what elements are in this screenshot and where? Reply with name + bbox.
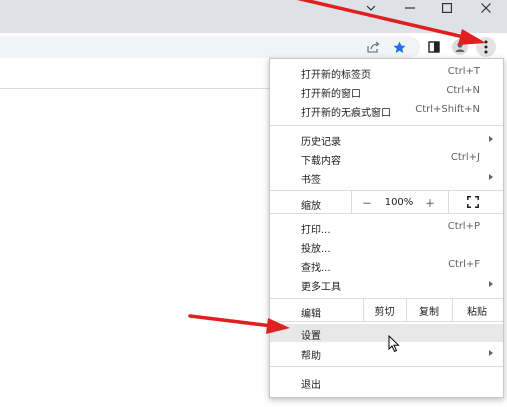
menu-item-label: 更多工具 <box>301 282 341 293</box>
bookmarks-bar-divider <box>0 88 270 89</box>
menu-item-history[interactable]: 历史记录 <box>270 130 503 148</box>
menu-item-label: 打开新的窗口 <box>301 89 361 100</box>
chevron-down-icon[interactable] <box>363 0 379 15</box>
menu-separator <box>270 213 503 214</box>
menu-item-label: 退出 <box>301 380 321 391</box>
cut-button[interactable]: 剪切 <box>364 299 405 321</box>
chrome-main-menu: 打开新的标签页 Ctrl+T 打开新的窗口 Ctrl+N 打开新的无痕式窗口 C… <box>269 58 504 398</box>
menu-item-label: 下载内容 <box>301 156 341 167</box>
submenu-arrow-icon <box>489 350 493 356</box>
submenu-arrow-icon <box>489 136 493 142</box>
side-panel-icon[interactable] <box>424 37 444 57</box>
zoom-in-button[interactable]: ＋ <box>419 191 441 213</box>
menu-cell-divider <box>448 191 449 213</box>
menu-item-label: 查找... <box>301 263 331 274</box>
menu-item-label: 打印... <box>301 225 331 236</box>
copy-button[interactable]: 复制 <box>407 299 451 321</box>
menu-item-shortcut: Ctrl+F <box>448 259 480 270</box>
submenu-arrow-icon <box>489 281 493 287</box>
mouse-pointer-icon <box>388 334 400 356</box>
menu-item-new-tab[interactable]: 打开新的标签页 Ctrl+T <box>270 63 503 81</box>
minimize-icon[interactable] <box>402 0 418 15</box>
menu-item-downloads[interactable]: 下载内容 Ctrl+J <box>270 149 503 167</box>
more-options-icon[interactable] <box>476 37 496 57</box>
menu-item-find[interactable]: 查找... Ctrl+F <box>270 256 503 274</box>
menu-item-shortcut: Ctrl+N <box>446 85 480 96</box>
edit-label: 编辑 <box>301 309 321 320</box>
menu-item-shortcut: Ctrl+Shift+N <box>415 104 480 115</box>
menu-item-label: 历史记录 <box>301 137 341 148</box>
browser-toolbar <box>0 33 507 60</box>
title-bar <box>0 0 507 33</box>
bookmark-star-icon[interactable] <box>389 37 409 57</box>
menu-separator <box>270 366 503 367</box>
menu-cell-divider <box>351 191 352 213</box>
menu-item-help[interactable]: 帮助 <box>270 344 503 362</box>
menu-item-settings[interactable]: 设置 <box>270 324 503 342</box>
zoom-label: 缩放 <box>301 201 321 212</box>
maximize-icon[interactable] <box>439 0 455 15</box>
menu-item-shortcut: Ctrl+T <box>447 66 480 77</box>
menu-item-cast[interactable]: 投放... <box>270 237 503 255</box>
menu-item-label: 投放... <box>301 244 331 255</box>
fullscreen-icon[interactable] <box>458 191 488 213</box>
menu-row-zoom: 缩放 － 100% ＋ <box>270 191 503 213</box>
menu-item-exit[interactable]: 退出 <box>270 373 503 391</box>
menu-item-print[interactable]: 打印... Ctrl+P <box>270 218 503 236</box>
submenu-arrow-icon <box>489 174 493 180</box>
zoom-level-value: 100% <box>384 196 414 208</box>
paste-button[interactable]: 粘贴 <box>453 299 501 321</box>
menu-item-bookmarks[interactable]: 书签 <box>270 168 503 186</box>
menu-item-new-window[interactable]: 打开新的窗口 Ctrl+N <box>270 82 503 100</box>
close-icon[interactable] <box>478 0 494 15</box>
profile-avatar-icon[interactable] <box>450 37 470 57</box>
menu-item-label: 打开新的无痕式窗口 <box>301 108 391 119</box>
menu-item-more-tools[interactable]: 更多工具 <box>270 275 503 293</box>
menu-separator <box>270 125 503 126</box>
address-bar[interactable] <box>0 36 420 58</box>
menu-item-label: 帮助 <box>301 351 321 362</box>
menu-item-label: 打开新的标签页 <box>301 70 371 81</box>
menu-item-label: 书签 <box>301 175 321 186</box>
menu-item-label: 设置 <box>301 331 321 342</box>
menu-item-shortcut: Ctrl+J <box>450 152 480 163</box>
share-icon[interactable] <box>363 37 383 57</box>
menu-item-shortcut: Ctrl+P <box>447 221 480 232</box>
menu-row-edit: 编辑 剪切 复制 粘贴 <box>270 299 503 321</box>
menu-item-new-incognito-window[interactable]: 打开新的无痕式窗口 Ctrl+Shift+N <box>270 101 503 119</box>
menu-separator <box>270 321 503 322</box>
zoom-out-button[interactable]: － <box>356 191 378 213</box>
